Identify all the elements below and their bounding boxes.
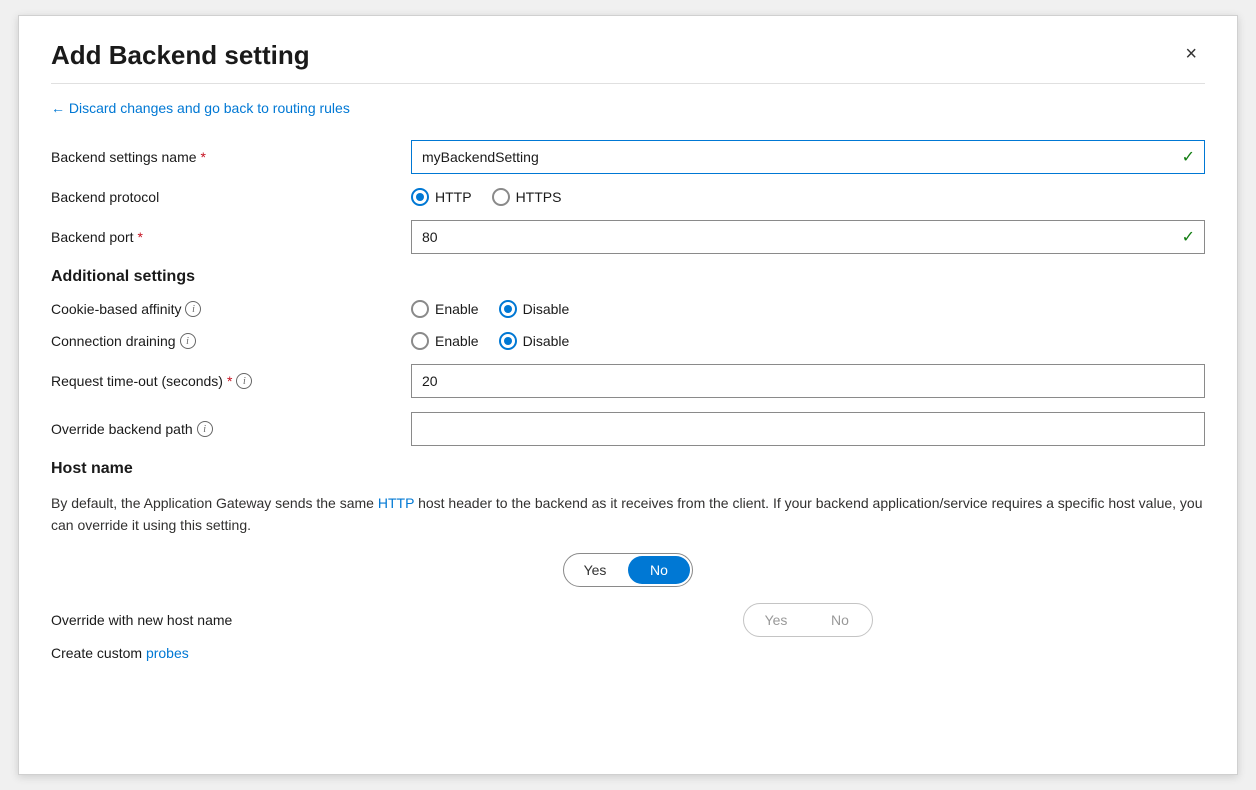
protocol-http-option[interactable]: HTTP [411, 188, 472, 206]
override-new-hostname-yes: Yes [744, 604, 808, 636]
backend-protocol-row: Backend protocol HTTP HTTPS [51, 188, 1205, 206]
host-name-toggle[interactable]: Yes No [563, 553, 693, 587]
backend-settings-name-label: Backend settings name * [51, 149, 411, 165]
dialog-header: Add Backend setting × [51, 40, 1205, 71]
backend-settings-name-control: ✓ [411, 140, 1205, 174]
backend-port-label: Backend port * [51, 229, 411, 245]
backend-settings-name-row: Backend settings name * ✓ [51, 140, 1205, 174]
cookie-affinity-disable-radio[interactable] [499, 300, 517, 318]
http-link-text: HTTP [378, 495, 414, 511]
backend-port-row: Backend port * ✓ [51, 220, 1205, 254]
connection-draining-info-icon[interactable]: i [180, 333, 196, 349]
override-backend-path-control [411, 412, 1205, 446]
protocol-https-radio[interactable] [492, 188, 510, 206]
port-valid-check-icon: ✓ [1182, 227, 1195, 247]
host-name-toggle-wrapper: Yes No [51, 553, 1205, 587]
cookie-affinity-enable-label: Enable [435, 301, 479, 317]
create-probes-link[interactable]: probes [146, 645, 189, 661]
override-backend-path-input[interactable] [411, 412, 1205, 446]
backend-protocol-label: Backend protocol [51, 189, 411, 205]
cookie-affinity-disable-option[interactable]: Disable [499, 300, 570, 318]
override-backend-path-row: Override backend path i [51, 412, 1205, 446]
connection-draining-disable-label: Disable [523, 333, 570, 349]
override-new-hostname-no: No [808, 604, 872, 636]
request-timeout-label: Request time-out (seconds) * i [51, 373, 411, 389]
protocol-https-label: HTTPS [516, 189, 562, 205]
cookie-affinity-enable-option[interactable]: Enable [411, 300, 479, 318]
override-new-hostname-toggle-container: Yes No [411, 603, 1205, 637]
request-timeout-control [411, 364, 1205, 398]
additional-settings-title: Additional settings [51, 268, 1205, 286]
override-backend-path-info-icon[interactable]: i [197, 421, 213, 437]
connection-draining-disable-radio[interactable] [499, 332, 517, 350]
override-backend-path-label: Override backend path i [51, 421, 411, 437]
timeout-required-star: * [227, 373, 232, 389]
cookie-affinity-info-icon[interactable]: i [185, 301, 201, 317]
add-backend-setting-dialog: Add Backend setting × ← Discard changes … [18, 15, 1238, 775]
protocol-https-option[interactable]: HTTPS [492, 188, 562, 206]
override-new-hostname-row: Override with new host name Yes No [51, 603, 1205, 637]
header-divider [51, 83, 1205, 84]
connection-draining-label: Connection draining i [51, 333, 411, 349]
host-name-title: Host name [51, 460, 1205, 478]
cookie-affinity-enable-radio[interactable] [411, 300, 429, 318]
override-new-hostname-toggle: Yes No [743, 603, 873, 637]
connection-draining-enable-label: Enable [435, 333, 479, 349]
connection-draining-row: Connection draining i Enable Disable [51, 332, 1205, 350]
close-button[interactable]: × [1177, 40, 1205, 68]
back-link-text: ← Discard changes and go back to routing… [51, 100, 350, 116]
back-link[interactable]: ← Discard changes and go back to routing… [51, 100, 350, 116]
request-timeout-row: Request time-out (seconds) * i [51, 364, 1205, 398]
host-name-section: Host name By default, the Application Ga… [51, 460, 1205, 661]
protocol-http-label: HTTP [435, 189, 472, 205]
cookie-based-affinity-row: Cookie-based affinity i Enable Disable [51, 300, 1205, 318]
create-probes-row: Create custom probes [51, 645, 1205, 661]
backend-port-control: ✓ [411, 220, 1205, 254]
dialog-title: Add Backend setting [51, 40, 310, 71]
connection-draining-enable-option[interactable]: Enable [411, 332, 479, 350]
port-required-star: * [138, 229, 143, 245]
cookie-affinity-label: Cookie-based affinity i [51, 301, 411, 317]
request-timeout-input[interactable] [411, 364, 1205, 398]
host-name-toggle-yes[interactable]: Yes [564, 554, 626, 586]
override-new-hostname-label: Override with new host name [51, 612, 411, 628]
host-name-description: By default, the Application Gateway send… [51, 492, 1205, 537]
backend-settings-name-input[interactable] [411, 140, 1205, 174]
host-name-toggle-no[interactable]: No [628, 556, 690, 584]
protocol-http-radio[interactable] [411, 188, 429, 206]
connection-draining-radio-group: Enable Disable [411, 332, 1205, 350]
connection-draining-disable-option[interactable]: Disable [499, 332, 570, 350]
cookie-affinity-disable-label: Disable [523, 301, 570, 317]
connection-draining-control: Enable Disable [411, 332, 1205, 350]
backend-port-input[interactable] [411, 220, 1205, 254]
required-star: * [201, 149, 206, 165]
cookie-affinity-radio-group: Enable Disable [411, 300, 1205, 318]
backend-protocol-control: HTTP HTTPS [411, 188, 1205, 206]
backend-protocol-radio-group: HTTP HTTPS [411, 188, 1205, 206]
request-timeout-info-icon[interactable]: i [236, 373, 252, 389]
cookie-affinity-control: Enable Disable [411, 300, 1205, 318]
name-valid-check-icon: ✓ [1182, 147, 1195, 167]
connection-draining-enable-radio[interactable] [411, 332, 429, 350]
